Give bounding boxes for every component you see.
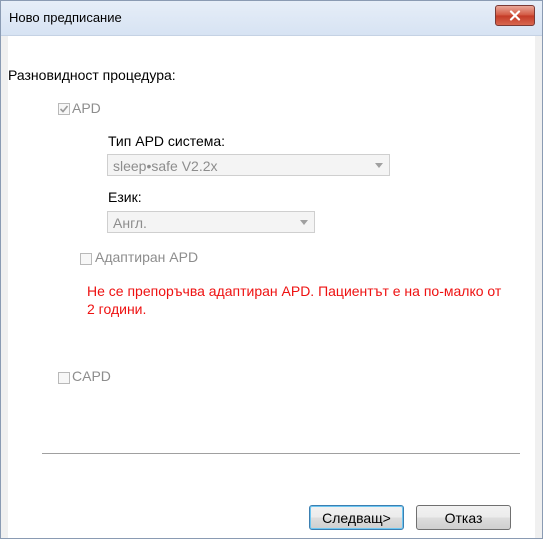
procedure-type-heading: Разновидност процедура: <box>8 67 176 83</box>
dialog-content: Разновидност процедура: APD Тип APD сист… <box>8 36 535 538</box>
language-select[interactable]: Англ. <box>107 211 315 233</box>
apd-system-label: Тип APD система: <box>108 133 226 149</box>
adapted-apd-label: Адаптиран APD <box>95 249 199 265</box>
close-button[interactable] <box>495 5 535 26</box>
chevron-down-icon <box>375 163 383 168</box>
close-icon <box>509 10 521 21</box>
apd-label: APD <box>72 100 101 116</box>
window-title: Ново предписание <box>9 10 122 25</box>
checkmark-icon <box>59 105 69 113</box>
chevron-down-icon <box>300 220 308 225</box>
apd-system-select[interactable]: sleep•safe V2.2x <box>107 154 390 176</box>
footer-divider <box>42 453 520 455</box>
apd-checkbox[interactable] <box>58 103 70 115</box>
dialog-window: Ново предписание Разновидност процедура:… <box>0 0 543 539</box>
next-button[interactable]: Следващ> <box>309 505 404 530</box>
language-label: Език: <box>108 189 142 205</box>
capd-checkbox[interactable] <box>58 372 70 384</box>
adapted-apd-warning: Не се препоръчва адаптиран APD. Пациентъ… <box>87 283 502 317</box>
language-value: Англ. <box>113 215 147 231</box>
title-bar[interactable]: Ново предписание <box>1 1 542 36</box>
adapted-apd-checkbox[interactable] <box>80 253 92 265</box>
apd-system-value: sleep•safe V2.2x <box>113 158 218 174</box>
cancel-button[interactable]: Отказ <box>416 505 511 530</box>
capd-label: CAPD <box>72 368 111 384</box>
